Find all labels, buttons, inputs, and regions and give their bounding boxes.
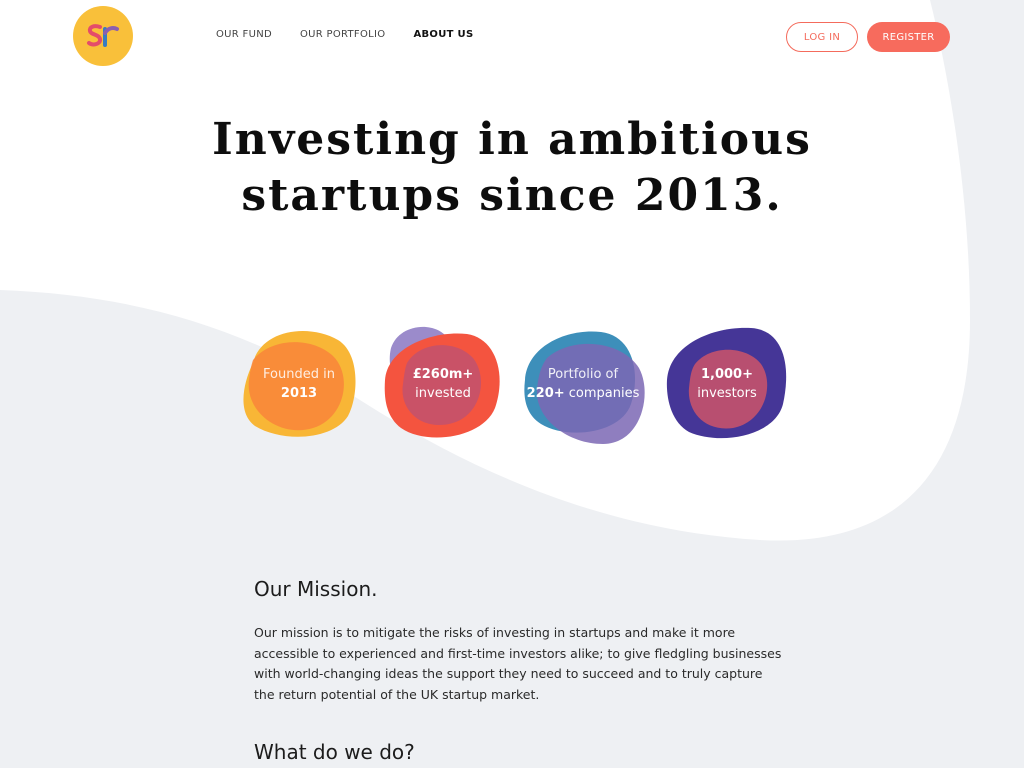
- stat-founded-value: 2013: [280, 386, 318, 401]
- stat-invested: £260m+ invested: [377, 318, 509, 450]
- page: OUR FUND OUR PORTFOLIO ABOUT US LOG IN R…: [0, 0, 1024, 768]
- stat-founded-label: Founded in: [263, 367, 335, 382]
- stat-investors-label: investors: [697, 386, 757, 401]
- stat-invested-value: £260m+: [412, 367, 474, 382]
- login-button[interactable]: LOG IN: [786, 22, 858, 52]
- stat-portfolio-suffix: companies: [564, 386, 640, 401]
- mission-heading: Our Mission.: [254, 577, 378, 601]
- main-nav: OUR FUND OUR PORTFOLIO ABOUT US: [216, 29, 473, 40]
- register-button[interactable]: REGISTER: [867, 22, 950, 52]
- stat-portfolio-value: 220+: [526, 386, 565, 401]
- hero-title: Investing in ambitious startups since 20…: [212, 114, 812, 221]
- mission-section: Our Mission. Our mission is to mitigate …: [254, 577, 784, 705]
- stat-invested-label: invested: [415, 386, 471, 401]
- stat-portfolio-label: Portfolio of: [547, 367, 619, 382]
- stat-portfolio: Portfolio of 220+ companies: [517, 318, 649, 450]
- nav-about-us[interactable]: ABOUT US: [413, 29, 473, 40]
- logo-mark-icon: [87, 24, 119, 47]
- mission-body: Our mission is to mitigate the risks of …: [254, 625, 782, 702]
- stat-founded: Founded in 2013: [233, 318, 365, 450]
- nav-our-fund[interactable]: OUR FUND: [216, 29, 272, 40]
- stat-investors: 1,000+ investors: [661, 318, 793, 450]
- what-we-do-heading: What do we do?: [254, 740, 415, 764]
- stat-investors-value: 1,000+: [700, 367, 753, 382]
- what-we-do-section: What do we do?: [254, 740, 784, 764]
- nav-our-portfolio[interactable]: OUR PORTFOLIO: [300, 29, 385, 40]
- brand-logo[interactable]: [73, 6, 133, 66]
